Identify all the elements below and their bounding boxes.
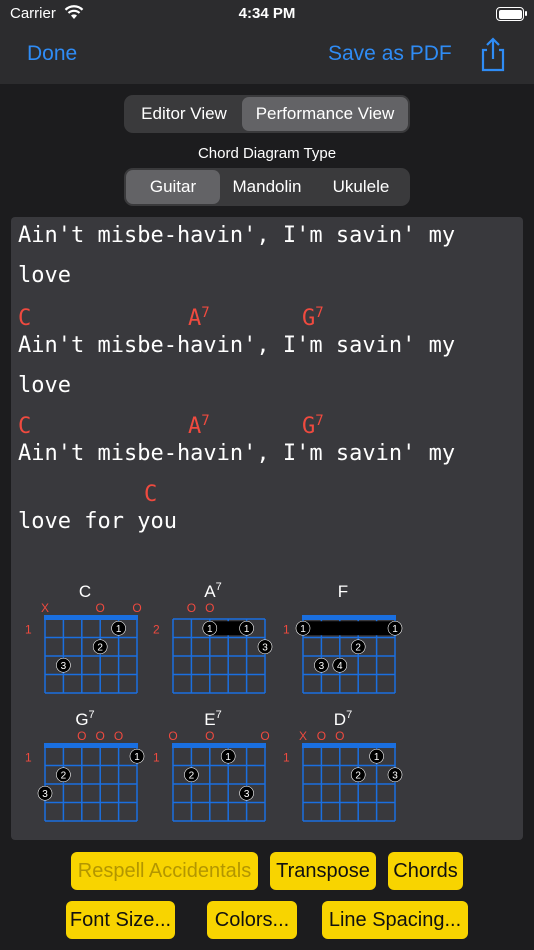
font-size-button[interactable]: Font Size... (66, 901, 175, 939)
fret-number: 2 (153, 622, 160, 636)
clock: 4:34 PM (238, 5, 296, 22)
lyric-line: Ain't misbe-havin', I'm savin' my (18, 441, 456, 466)
lyric-line: love for you (18, 509, 177, 534)
finger-number: 1 (300, 624, 306, 635)
lyric-line: love (18, 373, 71, 398)
nut (44, 743, 138, 748)
finger-number: 1 (207, 624, 213, 635)
fret-number: 1 (283, 750, 290, 764)
fretboard-grid: 1XOO123 (25, 601, 142, 694)
fretboard-grid: 1O O O123 (153, 729, 270, 822)
nut (44, 615, 138, 620)
open-string-marker: O (317, 729, 326, 743)
share-icon[interactable] (478, 36, 508, 72)
chord-symbol: C (18, 414, 32, 439)
finger-number: 3 (262, 642, 268, 653)
finger-number: 2 (189, 770, 195, 781)
fretboard-grid: 1O O O123 (25, 729, 145, 822)
finger-number: 1 (225, 752, 231, 763)
finger-number: 2 (61, 770, 67, 781)
fret-number: 1 (153, 750, 160, 764)
colors-button[interactable]: Colors... (207, 901, 297, 939)
chord-symbol: C (144, 482, 158, 507)
lyric-line: love (18, 263, 71, 288)
respell-accidentals-button[interactable]: Respell Accidentals (71, 852, 258, 890)
finger-number: 1 (116, 624, 122, 635)
open-string-marker: O (96, 601, 105, 615)
open-string-marker: O (96, 729, 105, 743)
open-string-marker: O (168, 729, 177, 743)
chord-symbol: G7 (302, 413, 324, 439)
diagram-type-segmented-control: Guitar Mandolin Ukulele (124, 168, 410, 206)
open-string-marker: O (132, 601, 141, 615)
done-button[interactable]: Done (27, 42, 77, 66)
chord-sheet[interactable]: Ain't misbe-havin', I'm savin' my love C… (11, 217, 523, 840)
chord-diagram[interactable]: E7 1 O O O 1 2 3 (153, 709, 273, 822)
chord-symbol: C (18, 306, 32, 331)
chord-diagram[interactable]: D7 1 X O O 1 2 3 (283, 709, 403, 822)
finger-number: 2 (97, 642, 103, 653)
ukulele-tab[interactable]: Ukulele (314, 170, 408, 204)
open-string-marker: O (205, 601, 214, 615)
diagram-type-caption: Chord Diagram Type (197, 145, 337, 162)
finger-number: 1 (244, 624, 250, 635)
muted-string-marker: X (41, 601, 49, 615)
finger-number: 4 (337, 661, 343, 672)
battery-icon (496, 7, 527, 21)
finger-number: 2 (355, 642, 361, 653)
chord-diagram[interactable]: G7 1 O O O 1 2 3 (25, 709, 145, 822)
open-string-marker: O (187, 601, 196, 615)
mandolin-tab[interactable]: Mandolin (220, 170, 314, 204)
finger-number: 3 (42, 789, 48, 800)
chord-diagram[interactable]: C1XOO123 (25, 581, 145, 694)
fret-number: 1 (283, 622, 290, 636)
view-mode-segmented-control: Editor View Performance View (124, 95, 410, 133)
open-string-marker: O (77, 729, 86, 743)
chord-diagram[interactable]: A7 2 O O 1 1 3 (153, 581, 273, 694)
chords-button[interactable]: Chords (388, 852, 463, 890)
nut (302, 615, 396, 620)
lyric-line: Ain't misbe-havin', I'm savin' my (18, 333, 456, 358)
open-string-marker: O (335, 729, 344, 743)
chord-diagram[interactable]: F111234 (283, 581, 403, 694)
fretboard-grid: 2O O1 13 (153, 601, 273, 694)
line-spacing-button[interactable]: Line Spacing... (322, 901, 468, 939)
finger-number: 3 (319, 661, 325, 672)
performance-view-tab[interactable]: Performance View (242, 97, 408, 131)
fret-number: 1 (25, 750, 32, 764)
open-string-marker: O (260, 729, 269, 743)
chord-symbol: G7 (302, 305, 324, 331)
nut (172, 743, 266, 748)
fretboard-grid: 1 1 123 4 (283, 615, 403, 694)
finger-number: 3 (392, 770, 398, 781)
finger-number: 2 (355, 770, 361, 781)
finger-number: 1 (374, 752, 380, 763)
finger-number: 1 (392, 624, 398, 635)
save-as-pdf-button[interactable]: Save as PDF (328, 42, 452, 66)
navigation-bar: Done Save as PDF (0, 28, 534, 84)
open-string-marker: O (205, 729, 214, 743)
lyric-line: Ain't misbe-havin', I'm savin' my (18, 223, 456, 248)
finger-number: 3 (244, 789, 250, 800)
open-string-marker: O (114, 729, 123, 743)
muted-string-marker: X (299, 729, 307, 743)
fretboard-grid: 1XOO123 (283, 729, 403, 822)
chord-symbol: A7 (188, 305, 210, 331)
chord-symbol: A7 (188, 413, 210, 439)
editor-view-tab[interactable]: Editor View (126, 97, 242, 131)
guitar-tab[interactable]: Guitar (126, 170, 220, 204)
barre-bar (297, 621, 401, 636)
transpose-button[interactable]: Transpose (270, 852, 376, 890)
finger-number: 1 (134, 752, 140, 763)
fret-number: 1 (25, 622, 32, 636)
finger-number: 3 (61, 661, 67, 672)
status-bar: Carrier 4:34 PM (0, 0, 534, 28)
nut (302, 743, 396, 748)
